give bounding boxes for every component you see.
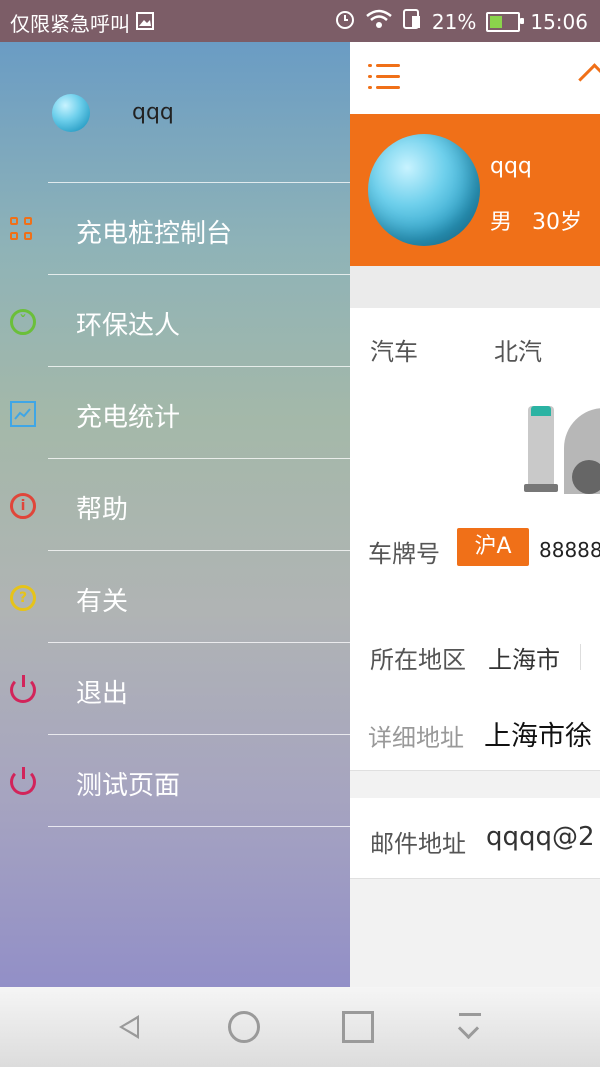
region-label: 所在地区	[370, 646, 466, 674]
car-info-row[interactable]: 汽车 北汽	[350, 308, 600, 387]
plate-prefix-badge[interactable]: 沪A	[457, 528, 529, 566]
image-icon	[136, 11, 154, 35]
power-icon	[10, 675, 36, 703]
profile-age: 30岁	[532, 210, 583, 235]
drawer-item-label: 环保达人	[76, 311, 181, 341]
profile-name: qqq	[490, 154, 532, 179]
power-icon	[10, 767, 36, 795]
drawer-item-label: 退出	[76, 679, 129, 709]
drawer-item-eco[interactable]: ˇ 环保达人	[0, 275, 350, 367]
chart-board-icon	[10, 401, 36, 427]
profile-avatar[interactable]	[368, 134, 480, 246]
question-icon: ?	[10, 585, 36, 611]
top-bar	[350, 42, 600, 114]
nav-back-icon[interactable]	[115, 1011, 147, 1043]
region-row[interactable]: 所在地区 上海市	[350, 618, 600, 695]
address-row[interactable]: 详细地址 上海市徐	[350, 694, 600, 771]
info-icon: i	[10, 493, 36, 519]
section-gap	[350, 266, 600, 308]
email-label: 邮件地址	[370, 830, 466, 858]
battery-percent: 21%	[431, 9, 477, 34]
charger-base	[524, 484, 558, 492]
battery-icon	[486, 11, 525, 32]
email-row[interactable]: 邮件地址 qqqq@2	[350, 798, 600, 879]
region-divider	[580, 644, 581, 670]
drawer-item-test-page[interactable]: 测试页面	[0, 735, 350, 827]
profile-gender: 男	[490, 210, 513, 235]
plate-label: 车牌号	[368, 540, 440, 568]
menu-icon[interactable]	[368, 62, 402, 92]
qr-grid-icon	[10, 217, 36, 243]
plate-number: 88888	[539, 538, 600, 562]
plate-row[interactable]: 车牌号 沪A 88888	[350, 512, 600, 589]
drawer-username: qqq	[132, 100, 174, 125]
wifi-icon	[366, 9, 392, 34]
address-value[interactable]: 上海市徐	[484, 714, 592, 753]
drawer-item-statistics[interactable]: 充电统计	[0, 367, 350, 459]
email-value[interactable]: qqqq@2	[486, 822, 595, 852]
drawer-item-charger-console[interactable]: 充电桩控制台	[0, 183, 350, 275]
nav-notification-icon[interactable]	[455, 1011, 487, 1043]
status-bar: 仅限紧急呼叫 21% 15:06	[0, 0, 600, 42]
charger-illustration	[350, 386, 600, 513]
status-carrier-text: 仅限紧急呼叫	[10, 12, 130, 36]
drawer-avatar[interactable]	[52, 94, 90, 132]
spacer-row	[350, 588, 600, 619]
drawer-item-label: 帮助	[76, 495, 129, 525]
address-label: 详细地址	[368, 724, 464, 752]
region-value: 上海市	[488, 646, 560, 674]
profile-meta: 男 30岁	[490, 204, 582, 236]
car-wheel-icon	[572, 460, 600, 494]
drawer-header[interactable]: qqq	[0, 42, 350, 182]
drawer-item-label: 充电统计	[76, 403, 181, 433]
profile-page: qqq 男 30岁 汽车 北汽 车牌号 沪A 88888 所在地区 上海市 详细…	[350, 42, 600, 987]
status-time: 15:06	[530, 9, 588, 34]
back-icon[interactable]	[578, 63, 600, 96]
profile-banner: qqq 男 30岁	[350, 114, 600, 266]
charger-station-icon	[528, 406, 554, 490]
drawer-item-logout[interactable]: 退出	[0, 643, 350, 735]
nav-recent-icon[interactable]	[342, 1011, 374, 1043]
car-brand: 北汽	[494, 338, 542, 366]
drawer-item-label: 有关	[76, 587, 129, 617]
sim-icon	[402, 8, 422, 35]
drawer-item-label: 充电桩控制台	[76, 219, 233, 249]
drawer-item-label: 测试页面	[76, 771, 181, 801]
car-type: 汽车	[370, 338, 418, 366]
drawer-item-about[interactable]: ? 有关	[0, 551, 350, 643]
alarm-icon	[334, 8, 356, 35]
leaf-icon: ˇ	[10, 309, 36, 335]
system-nav-bar	[0, 987, 600, 1067]
nav-home-icon[interactable]	[228, 1011, 260, 1043]
drawer-item-help[interactable]: i 帮助	[0, 459, 350, 551]
navigation-drawer: qqq 充电桩控制台 ˇ 环保达人 充电统计 i 帮助 ? 有关 退出 测试页面	[0, 42, 350, 987]
